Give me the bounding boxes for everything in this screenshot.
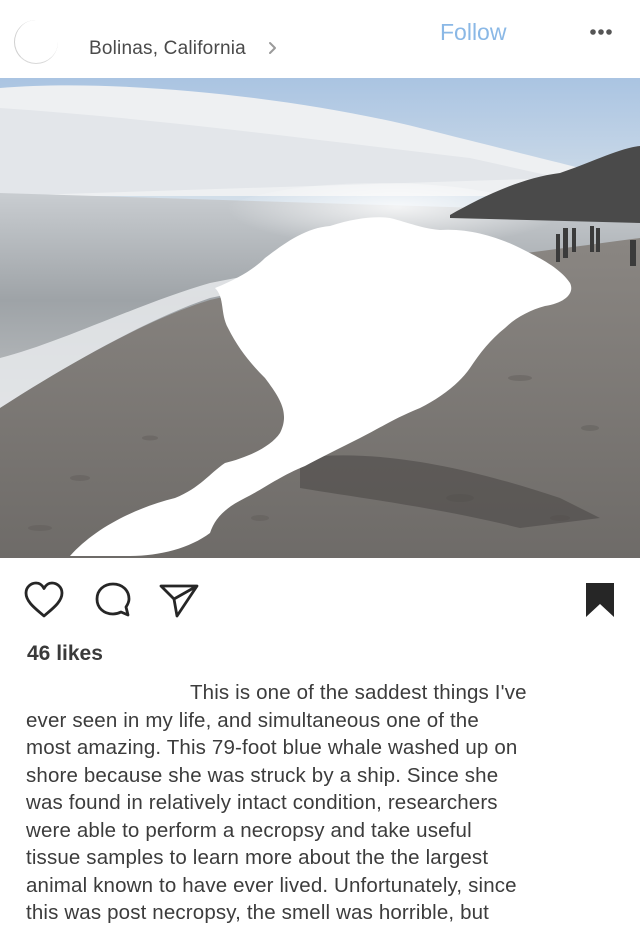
more-options-icon	[590, 29, 612, 35]
post-caption: This is one of the saddest things I've e…	[26, 679, 626, 927]
more-options-button[interactable]	[583, 21, 619, 43]
caption-line: this was post necropsy, the smell was ho…	[26, 901, 490, 924]
send-icon	[159, 584, 199, 618]
likes-count[interactable]: 46 likes	[27, 642, 103, 666]
caption-line: were able to perform a necropsy and take…	[26, 818, 472, 842]
caption-line: most amazing. This 79-foot blue whale wa…	[26, 736, 518, 759]
comment-button[interactable]	[93, 580, 133, 620]
caption-line: was found in relatively intact condition…	[26, 791, 498, 814]
caption-line: shore because she was struck by a ship. …	[26, 763, 499, 787]
follow-button[interactable]: Follow	[440, 19, 506, 46]
caption-line: ever seen in my life, and simultaneous o…	[26, 708, 479, 732]
post-view: Bolinas, California Follow 46 likes This…	[0, 0, 640, 925]
caption-line: tissue samples to learn more about the t…	[26, 846, 489, 869]
caption-line: This is one of the saddest things I've	[190, 681, 527, 704]
caption-line: animal known to have ever lived. Unfortu…	[26, 873, 517, 897]
chevron-right-icon	[269, 42, 276, 54]
save-button[interactable]	[583, 581, 617, 619]
post-header: Bolinas, California Follow	[0, 0, 640, 78]
share-button[interactable]	[157, 580, 201, 620]
avatar[interactable]	[14, 20, 58, 64]
bookmark-icon	[586, 583, 614, 617]
like-button[interactable]	[22, 580, 66, 620]
comment-icon	[95, 582, 131, 617]
post-photo[interactable]	[0, 78, 640, 558]
heart-icon	[24, 581, 64, 618]
location-link[interactable]: Bolinas, California	[89, 38, 246, 60]
